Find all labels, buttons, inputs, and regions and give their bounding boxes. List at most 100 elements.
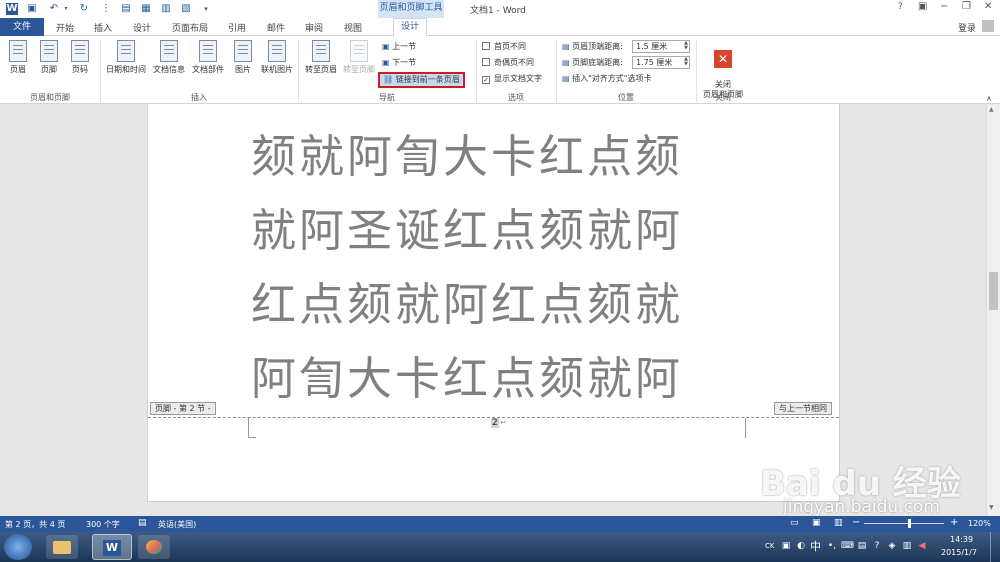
online-picture-button[interactable]: 联机图片 [258,40,296,75]
spinner-arrows-icon[interactable]: ▲ ▼ [684,57,688,67]
zoom-out-icon[interactable]: − [852,517,860,528]
vertical-scrollbar[interactable]: ▲ ▼ [986,104,1000,516]
ime-ck-indicator[interactable]: CK [765,542,774,550]
document-info-button[interactable]: 文档信息 [150,40,188,75]
link-to-previous-button[interactable]: ⛓ 链接到前一条页眉 [378,72,465,88]
picture-button[interactable]: 图片 [228,40,258,75]
redo-icon[interactable]: ↻ [78,3,90,15]
header-from-top-input[interactable]: 1.5 厘米 ▲ ▼ [632,40,690,53]
tab-header-footer-design[interactable]: 设计 [393,18,428,37]
body-text-line-4[interactable]: 阿訇大卡红点颏就阿 [251,342,683,407]
tab-design[interactable]: 设计 [133,21,151,34]
different-odd-even-checkbox[interactable]: 奇偶页不同 [482,56,534,69]
scrollbar-thumb[interactable] [989,272,998,310]
show-document-text-checkbox[interactable]: ✓ 显示文档文字 [482,72,542,85]
word-count[interactable]: 300 个字 [86,519,120,530]
proofing-icon[interactable]: ▤ [138,518,147,528]
taskbar-explorer-button[interactable] [46,535,78,559]
taskbar-paint-button[interactable] [138,535,170,559]
undo-icon[interactable]: ↶ [48,3,60,15]
word-taskbar-icon: W [103,540,121,556]
tab-references[interactable]: 引用 [228,21,246,34]
body-text-line-2[interactable]: 就阿圣诞红点颏就阿 [251,194,683,259]
paragraph-mark-icon: ↵ [500,418,507,427]
show-desktop-button[interactable] [990,532,1000,562]
body-text-line-1[interactable]: 颏就阿訇大卡红点颏 [251,120,683,185]
different-first-page-checkbox[interactable]: 首页不同 [482,40,526,53]
previous-section-button[interactable]: ▣ 上一节 [382,40,416,53]
document-info-icon [160,40,178,62]
tab-home[interactable]: 开始 [56,21,74,34]
goto-footer-button[interactable]: 转至页脚 [340,40,378,75]
ime-keyboard-icon[interactable]: ⌨ [841,540,854,552]
header-button[interactable]: 页眉 [3,40,33,75]
qat-custom-5-icon[interactable]: ▧ [180,3,192,15]
user-avatar[interactable] [982,20,994,32]
zoom-slider-thumb[interactable] [908,519,911,528]
read-mode-icon[interactable]: ▭ [790,518,799,528]
context-tab-group-label: 页眉和页脚工具 [379,3,443,13]
next-section-button[interactable]: ▣ 下一节 [382,56,416,69]
qat-custom-1-icon[interactable]: ⋮ [100,3,112,15]
volume-icon[interactable]: ◀ [916,540,928,552]
undo-dropdown-icon[interactable]: ▾ [60,3,72,15]
start-button-icon[interactable] [4,534,32,560]
clock-date[interactable]: 2015/1/7 [941,548,977,557]
print-layout-icon[interactable]: ▣ [812,518,821,528]
footer-icon [40,40,58,62]
tab-insert[interactable]: 插入 [94,21,112,34]
ribbon-display-options-icon[interactable]: ▣ [918,1,927,12]
page-info[interactable]: 第 2 页，共 4 页 [5,519,65,530]
scroll-up-icon[interactable]: ▲ [989,106,994,113]
close-window-icon[interactable]: ✕ [984,1,992,12]
network-icon[interactable]: ▥ [901,540,913,552]
goto-header-button[interactable]: 转至页眉 [302,40,340,75]
taskbar-word-button[interactable]: W [92,534,132,560]
group-label-navigation: 导航 [379,93,395,102]
qat-custom-2-icon[interactable]: ▤ [120,3,132,15]
tab-page-layout[interactable]: 页面布局 [172,21,208,34]
footer-from-bottom-input[interactable]: 1.75 厘米 ▲ ▼ [632,56,690,69]
help-button[interactable]: ? [898,2,903,12]
qat-custom-3-icon[interactable]: ▦ [140,3,152,15]
tab-file[interactable]: 文件 [0,18,44,36]
qat-custom-4-icon[interactable]: ▥ [160,3,172,15]
show-document-text-label: 显示文档文字 [494,74,542,83]
zoom-level[interactable]: 120% [968,519,991,528]
save-icon[interactable]: ▣ [26,3,38,15]
tab-view[interactable]: 视图 [344,21,362,34]
close-red-x-icon: ✕ [714,50,732,68]
login-link[interactable]: 登录 [958,21,976,34]
close-header-footer-button[interactable]: ✕ 关闭 页眉和页脚 [700,40,746,100]
scroll-down-icon[interactable]: ▼ [989,504,994,511]
ime-settings-icon[interactable]: ▤ [856,540,868,552]
zoom-in-icon[interactable]: + [950,517,958,528]
same-as-previous-tag: 与上一节相同 [774,402,832,415]
qat-customize-icon[interactable]: ▾ [200,3,212,15]
restore-icon[interactable]: ❐ [962,1,971,12]
language-indicator[interactable]: 英语(美国) [158,519,196,530]
tab-mailings[interactable]: 邮件 [267,21,285,34]
footer-button-label: 页脚 [41,65,57,74]
page-number-button[interactable]: 页码 [65,40,95,75]
collapse-ribbon-icon[interactable]: ∧ [986,94,992,103]
ime-tool-icon[interactable]: ▣ [780,540,792,552]
web-layout-icon[interactable]: ▥ [834,518,843,528]
date-time-button[interactable]: 日期和时间 [104,40,148,75]
ime-punctuation-icon[interactable]: •, [826,540,838,552]
insert-alignment-tab-button[interactable]: ▤ 插入"对齐方式"选项卡 [562,72,651,85]
page-number-field[interactable]: 2 [491,418,499,428]
footer-button[interactable]: 页脚 [34,40,64,75]
zoom-slider-track[interactable] [864,523,944,524]
tray-app-icon[interactable]: ◈ [886,540,898,552]
document-page: 颏就阿訇大卡红点颏 就阿圣诞红点颏就阿 红点颏就阿红点颏就 阿訇大卡红点颏就阿 … [147,104,840,502]
minimize-icon[interactable]: − [940,1,948,12]
spinner-arrows-icon[interactable]: ▲ ▼ [684,41,688,51]
tab-review[interactable]: 审阅 [305,21,323,34]
ime-mode-icon[interactable]: ◐ [795,540,807,552]
ime-language-indicator[interactable]: 中 [810,538,821,554]
ime-help-icon[interactable]: ? [871,540,883,552]
body-text-line-3[interactable]: 红点颏就阿红点颏就 [251,268,683,333]
quick-parts-button[interactable]: 文档部件 [189,40,227,75]
clock-time[interactable]: 14:39 [950,535,973,544]
